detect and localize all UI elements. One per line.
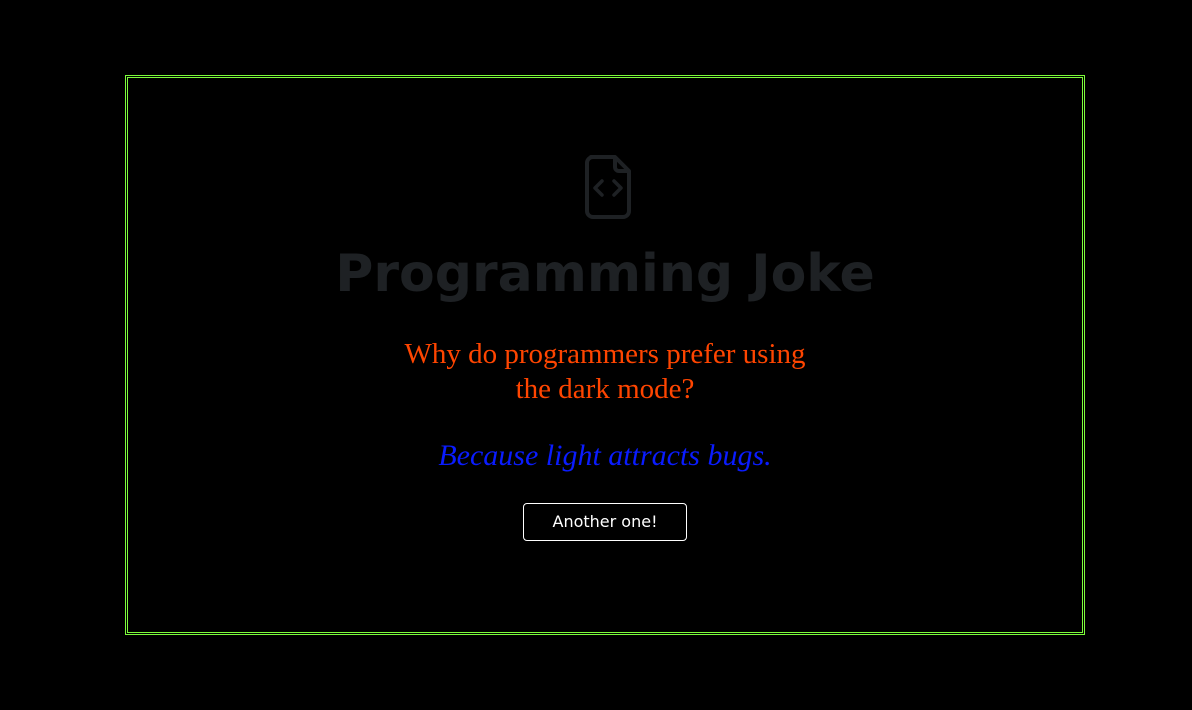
file-code-icon <box>583 154 633 220</box>
another-joke-button[interactable]: Another one! <box>523 503 687 541</box>
joke-setup: Why do programmers prefer using the dark… <box>404 338 806 405</box>
page-title: Programming Joke <box>335 244 875 304</box>
joke-card: Programming Joke Why do programmers pref… <box>125 75 1085 635</box>
joke-punchline: Because light attracts bugs. <box>438 439 772 472</box>
